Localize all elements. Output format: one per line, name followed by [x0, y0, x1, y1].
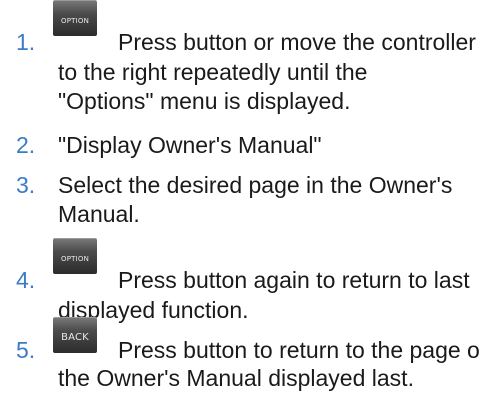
option-button-icon: OPTION	[53, 238, 97, 274]
step-text-line1: Press button again to return to last	[118, 267, 470, 293]
step-number: 5.	[16, 337, 36, 363]
option-button-label: OPTION	[60, 255, 90, 263]
step-number: 3.	[16, 172, 36, 198]
step-text: "Display Owner's Manual"	[58, 132, 322, 158]
step-text: Select the desired page in the Owner's M…	[58, 172, 453, 227]
back-button-icon: BACK	[53, 317, 97, 353]
step-text-rest: the Owner's Manual displayed last.	[58, 365, 414, 391]
option-button-label: OPTION	[60, 17, 90, 25]
step-text-line1: Press button or move the controller	[118, 29, 476, 55]
back-button-label: BACK	[61, 332, 89, 343]
step-number: 1.	[16, 29, 36, 55]
step-number: 4.	[16, 267, 36, 293]
step-text-rest: to the right repeatedly until the "Optio…	[58, 59, 368, 114]
option-button-icon: OPTION	[53, 0, 97, 36]
step-text-line1: Press button to return to the page of	[118, 337, 480, 363]
step-text-rest: displayed function.	[58, 297, 249, 323]
step-number: 2.	[16, 132, 36, 158]
